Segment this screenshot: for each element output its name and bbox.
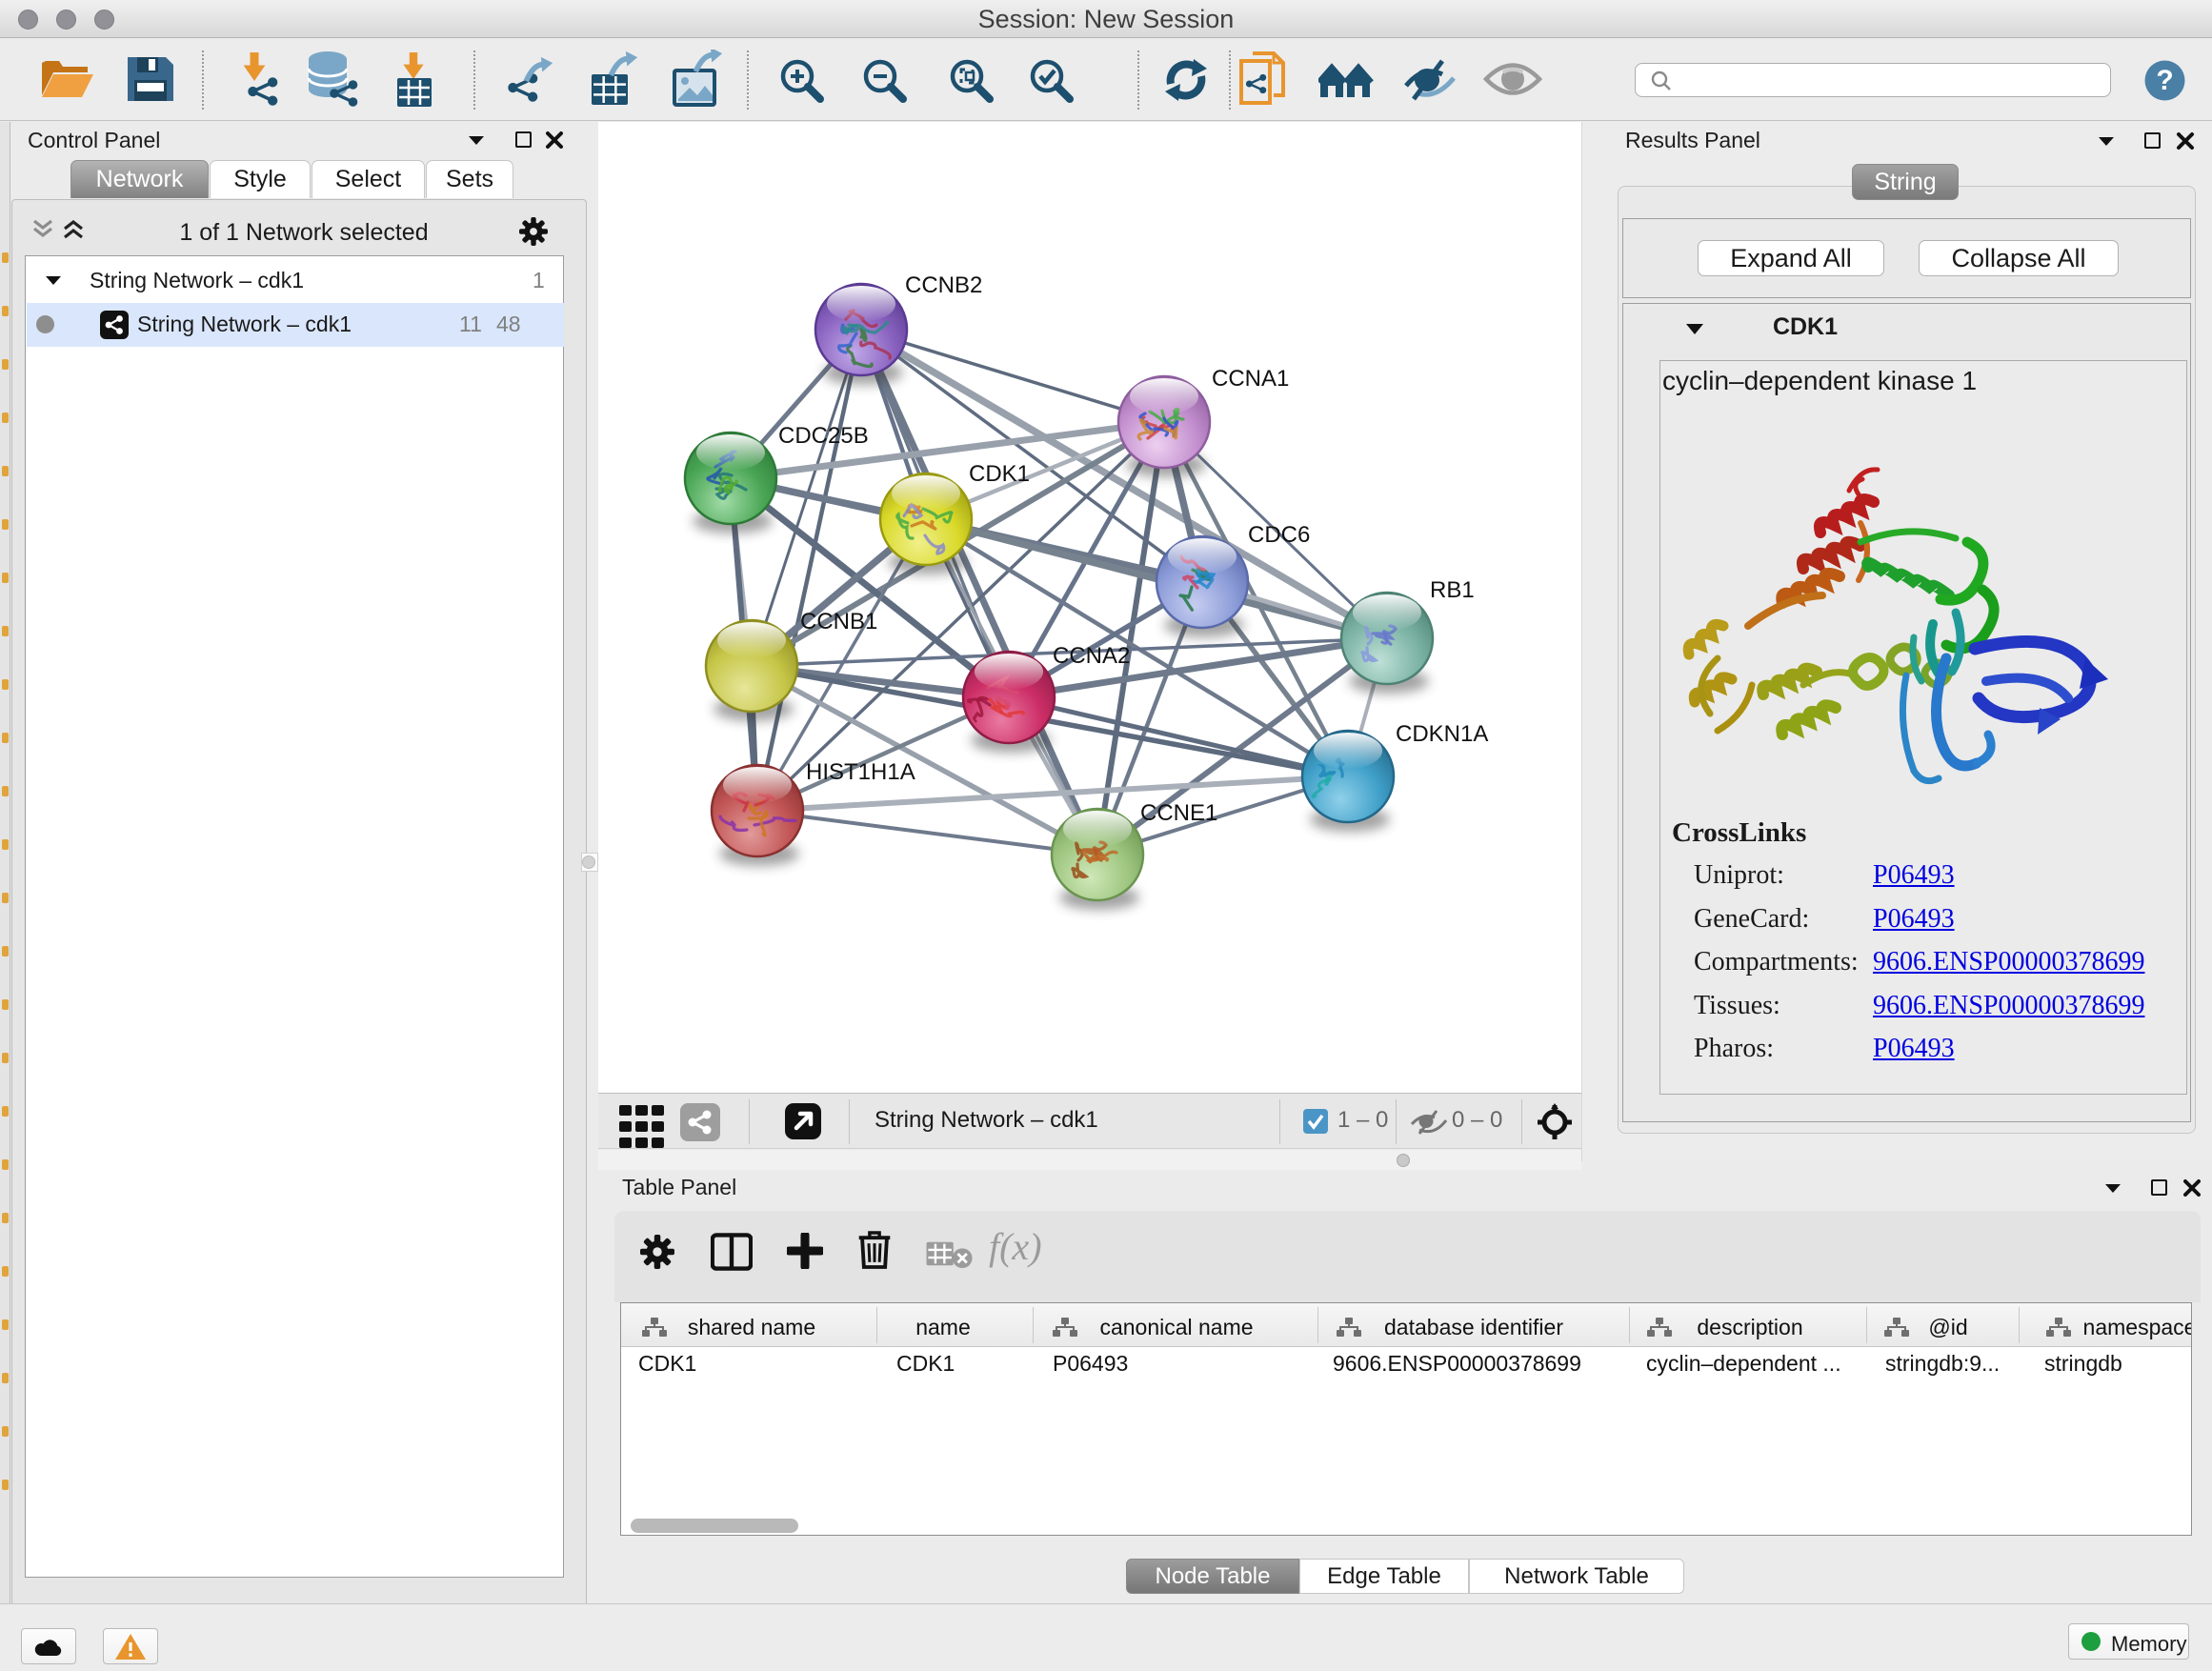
- svg-text:HIST1H1A: HIST1H1A: [806, 759, 915, 785]
- svg-text:CDK1: CDK1: [969, 461, 1030, 487]
- svg-text:CCNB1: CCNB1: [800, 609, 877, 634]
- svg-text:CDC6: CDC6: [1248, 522, 1310, 548]
- svg-text:CCNE1: CCNE1: [1140, 800, 1217, 826]
- svg-text:CCNB2: CCNB2: [905, 272, 982, 298]
- svg-text:?: ?: [2156, 65, 2173, 96]
- svg-text:CDKN1A: CDKN1A: [1396, 721, 1488, 747]
- svg-text:CCNA1: CCNA1: [1212, 366, 1289, 392]
- svg-text:RB1: RB1: [1430, 577, 1475, 603]
- svg-text:CDC25B: CDC25B: [778, 423, 869, 449]
- svg-text:CCNA2: CCNA2: [1053, 643, 1130, 669]
